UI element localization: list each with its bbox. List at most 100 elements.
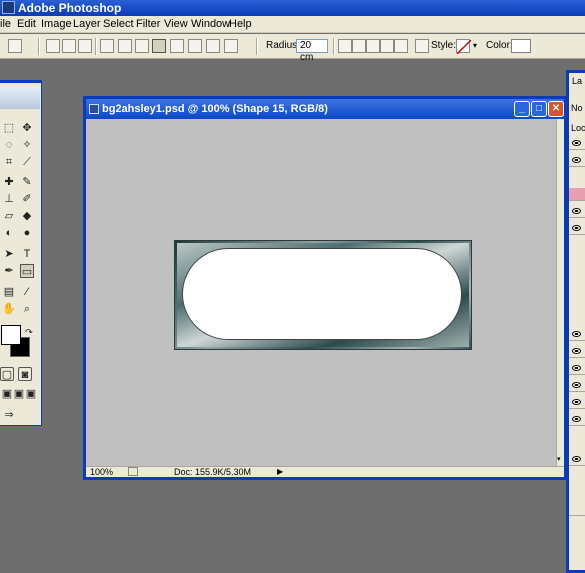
dodge-icon[interactable]: ● [20, 226, 34, 240]
freeform-pen-icon[interactable] [118, 39, 132, 53]
layer-row[interactable] [569, 396, 585, 409]
radius-input[interactable]: 20 cm [296, 39, 328, 63]
eraser-icon[interactable]: ▱ [2, 209, 16, 223]
path-selection-icon[interactable]: ➤ [2, 247, 16, 261]
add-to-shape-area-icon[interactable] [352, 39, 366, 53]
feather-logo-icon [0, 87, 40, 109]
standard-mode-icon[interactable]: ▢ [0, 367, 14, 381]
menu-layer[interactable]: Layer [73, 18, 101, 31]
layer-row[interactable] [569, 503, 585, 516]
pen-icon[interactable]: ✒ [2, 264, 16, 278]
layer-row[interactable] [569, 222, 585, 235]
screen-mode-full-icon[interactable]: ▣ [24, 387, 38, 401]
vertical-scrollbar[interactable]: ▾ [556, 119, 564, 466]
fill-pixels-button[interactable] [78, 39, 92, 53]
blur-icon[interactable]: ◐ [2, 226, 16, 240]
chevron-down-icon[interactable]: ▾ [473, 40, 477, 52]
zoom-icon[interactable]: ⌕ [20, 302, 34, 316]
menu-edit[interactable]: Edit [17, 18, 36, 31]
stamp-icon[interactable]: ⊥ [2, 192, 16, 206]
scroll-down-icon[interactable]: ▾ [557, 455, 561, 463]
layer-row[interactable] [569, 328, 585, 341]
layer-row[interactable] [569, 379, 585, 392]
rounded-rectangle-tool-icon[interactable] [152, 39, 166, 53]
layer-row[interactable] [569, 205, 585, 218]
eye-icon[interactable] [572, 331, 581, 337]
link-layer-style-icon[interactable] [415, 39, 429, 53]
layers-tab[interactable]: La [572, 76, 582, 86]
quick-mask-icon[interactable]: ◙ [18, 367, 32, 381]
foreground-color-swatch[interactable] [1, 325, 21, 345]
layer-row[interactable] [569, 137, 585, 150]
custom-shape-tool-icon[interactable] [224, 39, 238, 53]
hand-icon[interactable]: ✋ [2, 302, 16, 316]
eye-icon[interactable] [572, 399, 581, 405]
zoom-level[interactable]: 100% [90, 467, 113, 477]
layer-row[interactable] [569, 453, 585, 466]
zoom-preview-icon[interactable] [128, 467, 138, 476]
eye-icon[interactable] [572, 348, 581, 354]
create-new-shape-area-icon[interactable] [338, 39, 352, 53]
paths-button[interactable] [62, 39, 76, 53]
menu-file[interactable]: ile [0, 18, 11, 31]
magic-wand-icon[interactable]: ✧ [20, 138, 34, 152]
document-image[interactable] [174, 240, 472, 350]
menu-image[interactable]: Image [41, 18, 72, 31]
maximize-button[interactable]: □ [531, 101, 547, 117]
minimize-button[interactable]: _ [514, 101, 530, 117]
status-menu-arrow-icon[interactable]: ▶ [277, 467, 283, 477]
eye-icon[interactable] [572, 140, 581, 146]
intersect-shape-areas-icon[interactable] [380, 39, 394, 53]
canvas-area[interactable] [86, 119, 556, 466]
color-swatch[interactable] [511, 39, 531, 53]
style-swatch[interactable] [456, 39, 472, 55]
eye-icon[interactable] [572, 365, 581, 371]
move-icon[interactable]: ✥ [20, 121, 34, 135]
paint-bucket-icon[interactable]: ◆ [20, 209, 34, 223]
layer-row[interactable] [569, 362, 585, 375]
menu-filter[interactable]: Filter [136, 18, 160, 31]
eyedropper-icon[interactable]: ⁄ [20, 285, 34, 299]
line-tool-icon[interactable] [206, 39, 220, 53]
document-title-bar[interactable]: bg2ahsley1.psd @ 100% (Shape 15, RGB/8) … [86, 99, 564, 119]
layer-row[interactable] [569, 413, 585, 426]
eye-icon[interactable] [572, 225, 581, 231]
layer-row[interactable] [569, 154, 585, 167]
layers-panel: La No Loc [566, 70, 585, 573]
layer-row[interactable] [569, 345, 585, 358]
rectangle-tool-icon[interactable] [135, 39, 149, 53]
ellipse-tool-icon[interactable] [170, 39, 184, 53]
type-icon[interactable]: T [20, 247, 34, 261]
exclude-shape-areas-icon[interactable] [394, 39, 408, 53]
swap-colors-icon[interactable]: ↷ [22, 325, 36, 339]
eye-icon[interactable] [572, 208, 581, 214]
eye-icon[interactable] [572, 157, 581, 163]
notes-icon[interactable]: ▤ [2, 285, 16, 299]
jump-to-imageready-icon[interactable]: ⇒ [2, 408, 16, 422]
eye-icon[interactable] [572, 416, 581, 422]
layer-row-selected[interactable] [569, 188, 585, 201]
pen-tool-icon[interactable] [100, 39, 114, 53]
menu-select[interactable]: Select [103, 18, 134, 31]
shape-icon[interactable]: ▭ [20, 264, 34, 278]
shape-layers-button[interactable] [46, 39, 60, 53]
blend-mode-select[interactable]: No [571, 103, 583, 113]
rounded-rectangle-shape[interactable] [182, 248, 462, 340]
history-brush-icon[interactable]: ✐ [20, 192, 34, 206]
menu-window[interactable]: Window [191, 18, 230, 31]
brush-icon[interactable]: ✎ [20, 175, 34, 189]
eye-icon[interactable] [572, 382, 581, 388]
slice-icon[interactable]: ⟋ [20, 155, 34, 169]
polygon-tool-icon[interactable] [188, 39, 202, 53]
close-button[interactable]: ✕ [548, 101, 564, 117]
lasso-icon[interactable]: ◌ [2, 138, 16, 152]
eye-icon[interactable] [572, 456, 581, 462]
menu-view[interactable]: View [164, 18, 188, 31]
subtract-shape-area-icon[interactable] [366, 39, 380, 53]
tool-preset-icon[interactable] [8, 39, 22, 53]
crop-icon[interactable]: ⌗ [2, 155, 16, 169]
menu-help[interactable]: Help [229, 18, 252, 31]
toolbox: ⬚ ✥ ◌ ✧ ⌗ ⟋ ✚ ✎ ⊥ ✐ ▱ ◆ ◐ ● ➤ T ✒ ▭ ▤ ⁄ … [0, 80, 42, 426]
healing-icon[interactable]: ✚ [2, 175, 16, 189]
marquee-icon[interactable]: ⬚ [2, 121, 16, 135]
